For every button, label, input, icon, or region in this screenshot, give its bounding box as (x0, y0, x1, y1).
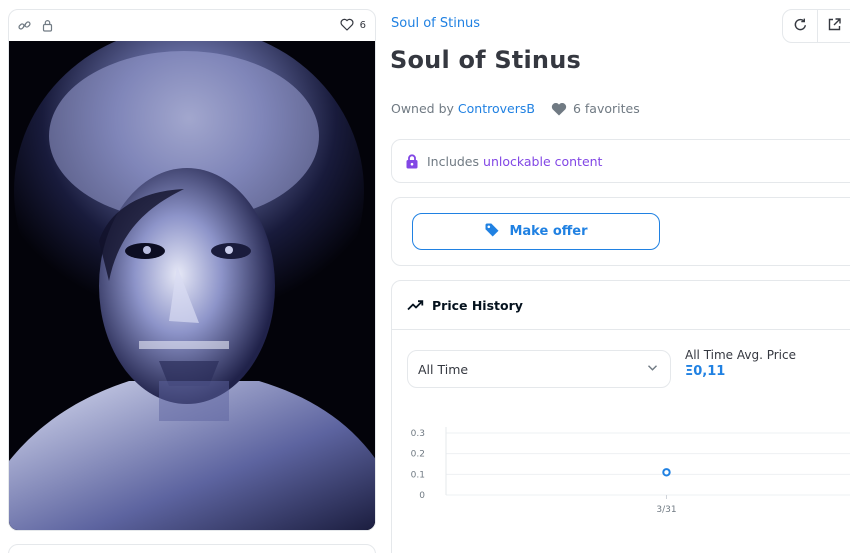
owner-line: Owned by ControversB 6 favorites (391, 101, 640, 116)
asset-media-card: 6 (8, 9, 376, 531)
link-icon[interactable] (18, 19, 31, 32)
time-range-value: All Time (418, 361, 469, 377)
lock-filled-icon (405, 153, 419, 169)
refresh-button[interactable] (783, 10, 817, 42)
price-point (662, 468, 671, 477)
heart-outline-icon (340, 18, 354, 34)
x-tick-label: 3/31 (656, 505, 676, 515)
artwork-image[interactable] (9, 41, 375, 530)
external-link-button[interactable] (817, 10, 850, 42)
y-tick-label: 0.3 (411, 429, 425, 439)
y-tick-label: 0 (419, 491, 425, 501)
refresh-icon (793, 17, 808, 36)
asset-details-card (8, 544, 376, 553)
heart-filled-icon (551, 102, 567, 116)
media-toolbar: 6 (9, 10, 375, 41)
owned-by-label: Owned by (391, 101, 454, 116)
asset-actions (782, 9, 850, 43)
chevron-down-icon (647, 364, 658, 372)
item-title: Soul of Stinus (390, 46, 581, 74)
make-offer-label: Make offer (509, 224, 588, 239)
time-range-select[interactable]: All Time (407, 350, 671, 388)
unlockable-prefix: Includes (427, 153, 480, 169)
price-history-header[interactable]: Price History (392, 281, 850, 330)
unlockable-content-link[interactable]: unlockable content (483, 154, 602, 169)
unlockable-content-banner: Includes unlockable content (391, 139, 850, 183)
avg-price-label: All Time Avg. Price (685, 348, 796, 362)
external-link-icon (827, 17, 842, 36)
price-history-chart: 0.3 0.2 0.1 0 3/31 (411, 427, 850, 515)
favorite-count: 6 (359, 20, 366, 31)
price-history-title: Price History (432, 297, 523, 313)
tag-icon (484, 222, 500, 242)
favorite-button[interactable]: 6 (340, 18, 366, 34)
offer-panel: Make offer (391, 197, 850, 266)
price-history-panel: Price History All Time All Time Avg. Pri… (391, 280, 850, 553)
avg-price-value: Ξ0,11 (685, 364, 726, 379)
owner-link[interactable]: ControversB (458, 101, 535, 116)
lock-icon (41, 19, 54, 32)
trending-icon (407, 299, 424, 311)
collection-link[interactable]: Soul of Stinus (391, 16, 480, 31)
make-offer-button[interactable]: Make offer (412, 213, 660, 250)
favorites-count-text: 6 favorites (572, 101, 640, 116)
y-tick-label: 0.1 (411, 470, 425, 480)
y-tick-label: 0.2 (411, 450, 425, 460)
